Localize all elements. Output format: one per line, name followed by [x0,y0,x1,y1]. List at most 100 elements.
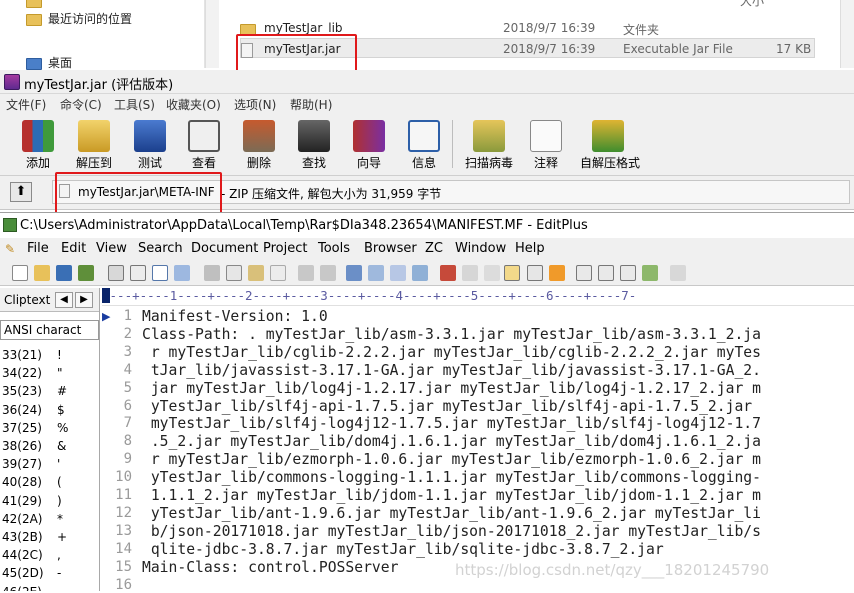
save-icon[interactable] [56,265,72,281]
view-button[interactable]: 查看 [176,118,232,174]
toolbar-label: 注释 [533,156,558,170]
cut-icon[interactable] [204,265,220,281]
virus-scan-button[interactable]: 扫描病毒 [461,118,517,174]
editor-text-area[interactable]: Manifest-Version: 1.0 Class-Path: . myTes… [140,306,854,591]
cliptext-row[interactable]: 45(2D) - [0,564,98,582]
menu-file[interactable]: File [27,241,49,256]
goto-icon[interactable] [390,265,406,281]
copy-icon[interactable] [226,265,242,281]
cliptext-row[interactable]: 43(2B) + [0,528,98,546]
char-glyph: ' [57,457,61,472]
menu-window[interactable]: Window [455,241,506,256]
cliptext-row[interactable]: 34(22) " [0,364,98,382]
glasses-icon [188,120,220,152]
find-button[interactable]: 查找 [286,118,342,174]
delete-icon[interactable] [270,265,286,281]
word-wrap-icon[interactable] [484,265,500,281]
char-glyph: $ [57,402,65,417]
new-file-icon[interactable] [12,265,28,281]
info-button[interactable]: 信息 [396,118,452,174]
cliptext-window-icon[interactable] [576,265,592,281]
menu-project[interactable]: Project [263,241,307,256]
wizard-button[interactable]: 向导 [341,118,397,174]
desktop-icon [26,57,42,70]
extract-folder-icon [78,120,110,152]
menu-browser[interactable]: Browser [364,241,417,256]
menu-commands[interactable]: 命令(C) [60,96,102,113]
cliptext-row[interactable]: 38(26) & [0,437,98,455]
nav-item-recent[interactable]: 最近访问的位置 [26,10,132,27]
code-line: yTestJar_lib/slf4j-api-1.7.5.jar myTestJ… [142,397,753,415]
add-button[interactable]: 添加 [10,118,66,174]
cliptext-tab[interactable]: Cliptext [4,293,50,307]
menu-edit[interactable]: Edit [61,241,86,256]
checkmark-icon[interactable] [549,265,565,281]
current-line-marker-icon: ▶ [102,310,111,323]
line-number: 8 [123,433,132,450]
test-button[interactable]: 测试 [122,118,178,174]
menu-help[interactable]: 帮助(H) [290,96,332,113]
delete-button[interactable]: 删除 [231,118,287,174]
nav-item-desktop[interactable]: 桌面 [26,54,72,71]
menu-help[interactable]: Help [515,241,545,256]
directory-window-icon[interactable] [598,265,614,281]
menu-search[interactable]: Search [138,241,183,256]
cliptext-row[interactable]: 37(25)% [0,419,98,437]
menu-file[interactable]: 文件(F) [6,96,46,113]
browser-icon[interactable] [642,265,658,281]
file-date: 2018/9/7 16:39 [503,21,596,35]
code-line: yTestJar_lib/commons-logging-1.1.1.jar m… [142,469,761,487]
menu-options[interactable]: 选项(N) [234,96,276,113]
line-number: 11 [115,487,132,503]
encoding-select[interactable]: ANSI charact [0,320,99,340]
help-pointer-icon[interactable] [670,265,686,281]
hex-icon[interactable] [462,265,478,281]
sfx-button[interactable]: 自解压格式 [580,118,640,174]
explorer-scrollbar[interactable] [840,0,854,68]
editplus-title: C:\Users\Administrator\AppData\Local\Tem… [20,218,588,233]
redo-icon[interactable] [320,265,336,281]
cliptext-row[interactable]: 40(28) ( [0,473,98,491]
cliptext-row[interactable]: 42(2A) * [0,510,98,528]
char-code: 38(26) [2,439,42,453]
comment-icon [530,120,562,152]
menu-zc[interactable]: ZC [425,241,443,256]
line-number-icon[interactable] [504,265,520,281]
column-header-size[interactable]: 大小 [740,0,764,9]
up-folder-icon[interactable]: ⬆ [10,182,32,202]
tools-icon[interactable] [412,265,428,281]
check-icon[interactable] [174,265,190,281]
cliptext-row[interactable]: 35(23) # [0,382,98,400]
nav-scrollbar[interactable] [205,0,219,68]
cliptext-row[interactable]: 44(2C), [0,546,98,564]
menu-tools[interactable]: Tools [318,241,350,256]
open-folder-icon[interactable] [34,265,50,281]
nav-item-prev[interactable] [26,0,48,8]
menu-view[interactable]: View [96,241,127,256]
cliptext-row[interactable]: 39(27) ' [0,455,98,473]
output-window-icon[interactable] [620,265,636,281]
comment-button[interactable]: 注释 [518,118,574,174]
menu-favorites[interactable]: 收藏夹(O) [166,96,221,113]
cliptext-row[interactable]: 46(2E). [0,583,98,591]
find-icon[interactable] [346,265,362,281]
prev-tab-icon[interactable]: ◀ [55,292,73,308]
cliptext-row[interactable]: 33(21)! [0,346,98,364]
code-line: r myTestJar_lib/cglib-2.2.2.jar myTestJa… [142,343,761,361]
paste-icon[interactable] [248,265,264,281]
cliptext-row[interactable]: 36(24) $ [0,401,98,419]
save-all-icon[interactable] [78,265,94,281]
extract-to-button[interactable]: 解压到 [66,118,122,174]
undo-icon[interactable] [298,265,314,281]
cliptext-row[interactable]: 41(29)) [0,492,98,510]
explorer-window: 最近访问的位置 桌面 大小 myTestJar_lib 2018/9/7 16:… [0,0,854,71]
spellcheck-icon[interactable] [152,265,168,281]
menu-document[interactable]: Document [191,241,258,256]
print-icon[interactable] [108,265,124,281]
font-icon[interactable] [440,265,456,281]
print-preview-icon[interactable] [130,265,146,281]
replace-icon[interactable] [368,265,384,281]
column-icon[interactable] [527,265,543,281]
next-tab-icon[interactable]: ▶ [75,292,93,308]
menu-tools[interactable]: 工具(S) [114,96,155,113]
